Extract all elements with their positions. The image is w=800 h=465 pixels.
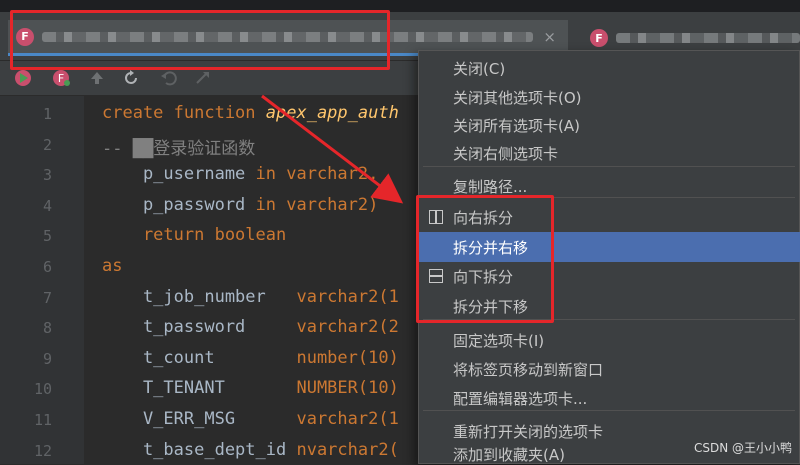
menu-item[interactable]: 将标签页移动到新窗口 (419, 354, 800, 384)
menu-item[interactable]: 配置编辑器选项卡... (419, 383, 800, 413)
menu-item-label: 关闭(C) (453, 59, 506, 78)
menu-item-label: 重新打开关闭的选项卡 (453, 422, 604, 441)
menu-item[interactable]: 关闭所有选项卡(A) (419, 110, 800, 140)
menu-item-label: 添加到收藏夹(A) (453, 446, 565, 464)
menu-item-label: 复制路径... (453, 177, 528, 196)
menu-item-label: 关闭其他选项卡(O) (453, 88, 582, 107)
menu-item-label: 将标签页移动到新窗口 (453, 360, 604, 379)
annotation-box-split (416, 195, 554, 323)
menu-item[interactable]: 关闭右侧选项卡 (419, 138, 800, 168)
menu-item-label: 固定选项卡(I) (453, 331, 545, 350)
menu-item[interactable]: 固定选项卡(I) (419, 325, 800, 355)
menu-item-label: 配置编辑器选项卡... (453, 389, 588, 408)
menu-item[interactable]: 关闭(C) (419, 53, 800, 83)
menu-item[interactable]: 关闭其他选项卡(O) (419, 82, 800, 112)
menu-item-label: 关闭右侧选项卡 (453, 144, 559, 163)
menu-item-label: 关闭所有选项卡(A) (453, 116, 580, 135)
watermark: CSDN @王小小鸭 (693, 441, 792, 455)
